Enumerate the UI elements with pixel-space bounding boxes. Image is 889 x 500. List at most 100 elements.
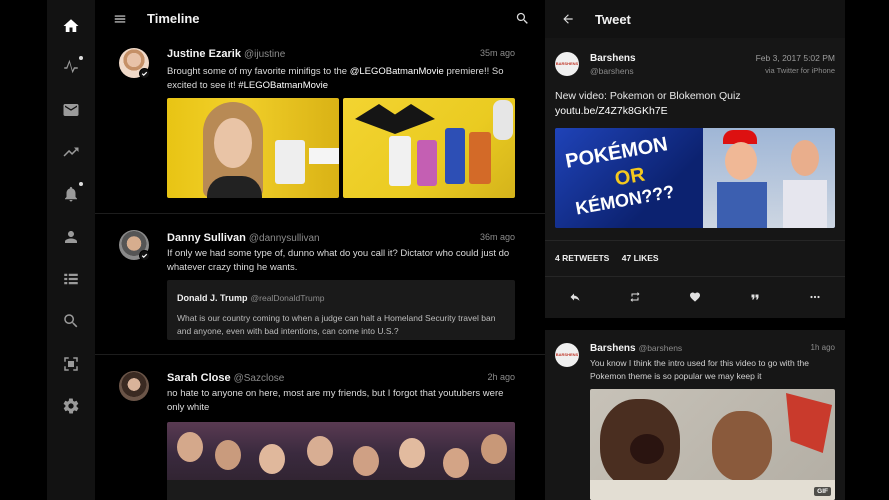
like-label: LIKES <box>633 253 659 263</box>
mention-link[interactable]: @LEGOBatmanMovie <box>350 66 444 77</box>
activity-icon[interactable] <box>61 56 83 78</box>
detail-title: Tweet <box>595 12 631 27</box>
section-gap <box>545 318 845 330</box>
photo-figure <box>389 136 411 186</box>
tweet-time: 2h ago <box>487 372 515 382</box>
photo-face <box>177 432 203 462</box>
tweet-media-thumbnail[interactable]: POKÉMON OR KÉMON??? <box>555 128 835 228</box>
reply-author-name[interactable]: Barshens <box>590 343 636 354</box>
like-count: 47 <box>621 253 632 263</box>
settings-icon[interactable] <box>61 396 81 416</box>
tweet-actions <box>545 282 845 312</box>
timeline-title: Timeline <box>147 11 200 26</box>
search-icon[interactable] <box>61 311 81 331</box>
retweet-icon[interactable] <box>626 288 644 306</box>
quoted-text: What is our country coming to when a jud… <box>177 313 496 336</box>
tweet-text-part: Brought some of my favorite minifigs to … <box>167 66 350 77</box>
photo-face <box>214 118 252 168</box>
hashtag-link[interactable]: #LEGOBatmanMovie <box>238 80 328 91</box>
person-icon[interactable] <box>61 227 81 247</box>
quoted-tweet[interactable]: Donald J. Trump @realDonaldTrump What is … <box>167 280 515 340</box>
scan-icon[interactable] <box>61 354 81 374</box>
notification-dot <box>79 182 83 186</box>
photo-face <box>259 444 285 474</box>
photo-shirt <box>717 182 767 228</box>
home-icon[interactable] <box>61 16 81 36</box>
verified-icon <box>139 250 150 261</box>
search-icon[interactable] <box>515 11 531 27</box>
gif-flag <box>786 393 832 453</box>
tweet-time: 35m ago <box>479 48 515 58</box>
window-edge <box>845 0 889 500</box>
photo-face <box>353 446 379 476</box>
photo-face <box>481 434 507 464</box>
trending-icon[interactable] <box>61 142 81 162</box>
bell-icon[interactable] <box>61 182 83 204</box>
photo-figure <box>469 132 491 184</box>
barshens-logo: BARSHENS <box>555 352 579 357</box>
tweet-author-name[interactable]: Barshens <box>590 53 636 64</box>
gif-badge: GIF <box>814 487 831 496</box>
reply-text: You know I think the intro used for this… <box>590 358 809 381</box>
tweet-author-handle: @dannysullivan <box>248 233 320 244</box>
menu-icon[interactable] <box>113 12 127 26</box>
avatar[interactable]: BARSHENS <box>555 343 579 367</box>
back-arrow-icon[interactable] <box>561 12 575 26</box>
photo-face <box>725 142 757 180</box>
reply-header: Barshens @barshens <box>590 343 682 354</box>
barshens-logo: BARSHENS <box>555 61 579 66</box>
avatar[interactable]: BARSHENS <box>555 52 579 76</box>
divider <box>95 213 545 214</box>
tweet-time: 36m ago <box>479 232 515 242</box>
tweet-stats: 4 RETWEETS 47 LIKES <box>555 253 659 263</box>
gif-shirts <box>590 480 835 500</box>
tweet-text-part: New video: Pokemon or Blokemon Quiz <box>555 90 741 102</box>
tweet-author-name[interactable]: Justine Ezarik <box>167 48 241 60</box>
tweet-photo-lego[interactable] <box>343 98 515 198</box>
tweet-author-name[interactable]: Danny Sullivan <box>167 232 246 244</box>
tweet-photo-group[interactable] <box>167 422 515 500</box>
mail-icon[interactable] <box>61 100 81 120</box>
timeline-column[interactable]: Timeline Justine Ezarik @ijustine 35m ago… <box>95 0 545 500</box>
tweet-text: New video: Pokemon or Blokemon Quiz yout… <box>555 89 815 119</box>
more-icon[interactable] <box>806 288 824 306</box>
photo-face <box>791 140 819 176</box>
tweet-author-handle: @Sazclose <box>233 373 285 384</box>
retweet-count: 4 <box>555 253 560 263</box>
photo-bat <box>355 104 435 134</box>
divider <box>95 354 545 355</box>
photo-figure <box>445 128 465 184</box>
quote-icon[interactable] <box>746 288 764 306</box>
detail-header: Tweet <box>545 0 845 38</box>
tweet-photo-selfie[interactable] <box>167 98 339 198</box>
photo-face <box>215 440 241 470</box>
video-link[interactable]: youtu.be/Z4Z7k8GKh7E <box>555 105 668 117</box>
avatar[interactable] <box>119 371 149 401</box>
verified-icon <box>139 68 150 79</box>
tweet-author-handle: @ijustine <box>243 49 286 60</box>
tweet-author-name[interactable]: Sarah Close <box>167 372 231 384</box>
divider <box>545 276 845 277</box>
reply-author-handle: @barshens <box>638 343 683 353</box>
tweet-detail-panel[interactable]: Tweet BARSHENS Barshens @barshens Feb 3,… <box>545 0 845 500</box>
reply-icon[interactable] <box>566 288 584 306</box>
gif-mouth <box>630 434 664 464</box>
list-icon[interactable] <box>61 269 81 289</box>
heart-icon[interactable] <box>686 288 704 306</box>
tweet-author-handle: @barshens <box>590 66 634 76</box>
tweet-text: no hate to anyone on here, most are my f… <box>167 388 504 413</box>
retweet-label: RETWEETS <box>562 253 610 263</box>
photo-shirt <box>783 180 827 228</box>
quoted-author-handle: @realDonaldTrump <box>250 293 325 303</box>
photo-sign <box>309 148 339 164</box>
photo-figure <box>417 140 437 186</box>
thumbnail-people <box>703 128 835 228</box>
photo-minifigs <box>275 140 305 184</box>
tweet-source: via Twitter for iPhone <box>765 66 835 75</box>
reply-gif[interactable]: GIF <box>590 389 835 500</box>
photo-face <box>443 448 469 478</box>
divider <box>545 240 845 241</box>
gif-face <box>712 411 772 481</box>
tweet-text: Brought some of my favorite minifigs to … <box>167 65 507 93</box>
photo-face <box>399 438 425 468</box>
